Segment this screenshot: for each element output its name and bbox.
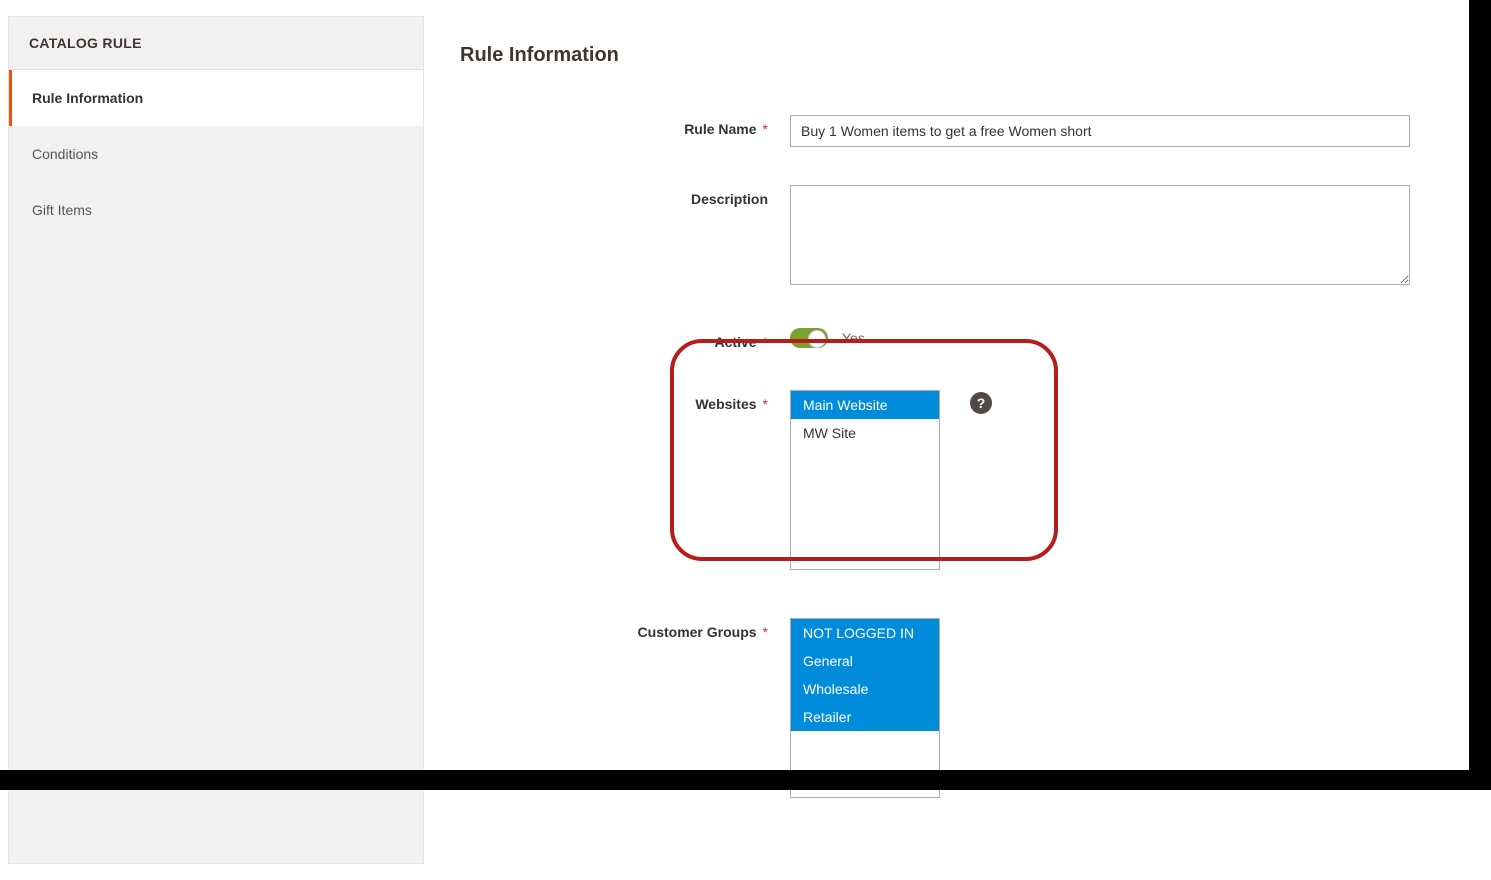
sidebar: CATALOG RULE Rule Information Conditions… [8,16,424,864]
label-description: Description [460,185,790,207]
field-description: Description [460,185,1447,290]
input-rule-name[interactable] [790,115,1410,147]
sidebar-header: CATALOG RULE [9,17,423,70]
toggle-active-text: Yes [842,330,865,346]
sidebar-item-gift-items[interactable]: Gift Items [9,182,423,238]
option-mw-site[interactable]: MW Site [791,419,939,447]
field-rule-name: Rule Name [460,115,1447,147]
option-retailer[interactable]: Retailer [791,703,939,731]
sidebar-item-rule-information[interactable]: Rule Information [9,70,423,126]
toggle-active[interactable] [790,328,828,348]
label-active: Active [460,328,790,350]
input-description[interactable] [790,185,1410,285]
black-edge-bottom [0,770,1491,790]
main-content: Rule Information Rule Name Description A… [424,16,1483,864]
option-not-logged-in[interactable]: NOT LOGGED IN [791,619,939,647]
select-websites[interactable]: Main Website MW Site [790,390,940,570]
label-websites: Websites [460,390,790,412]
label-customer-groups: Customer Groups [460,618,790,640]
label-rule-name: Rule Name [460,115,790,137]
page-title: Rule Information [460,44,1447,67]
option-wholesale[interactable]: Wholesale [791,675,939,703]
option-general[interactable]: General [791,647,939,675]
sidebar-item-conditions[interactable]: Conditions [9,126,423,182]
black-edge-right [1469,0,1491,770]
help-icon[interactable]: ? [970,392,992,414]
field-active: Active Yes [460,328,1447,350]
field-websites: Websites Main Website MW Site ? [460,390,1447,570]
option-main-website[interactable]: Main Website [791,391,939,419]
